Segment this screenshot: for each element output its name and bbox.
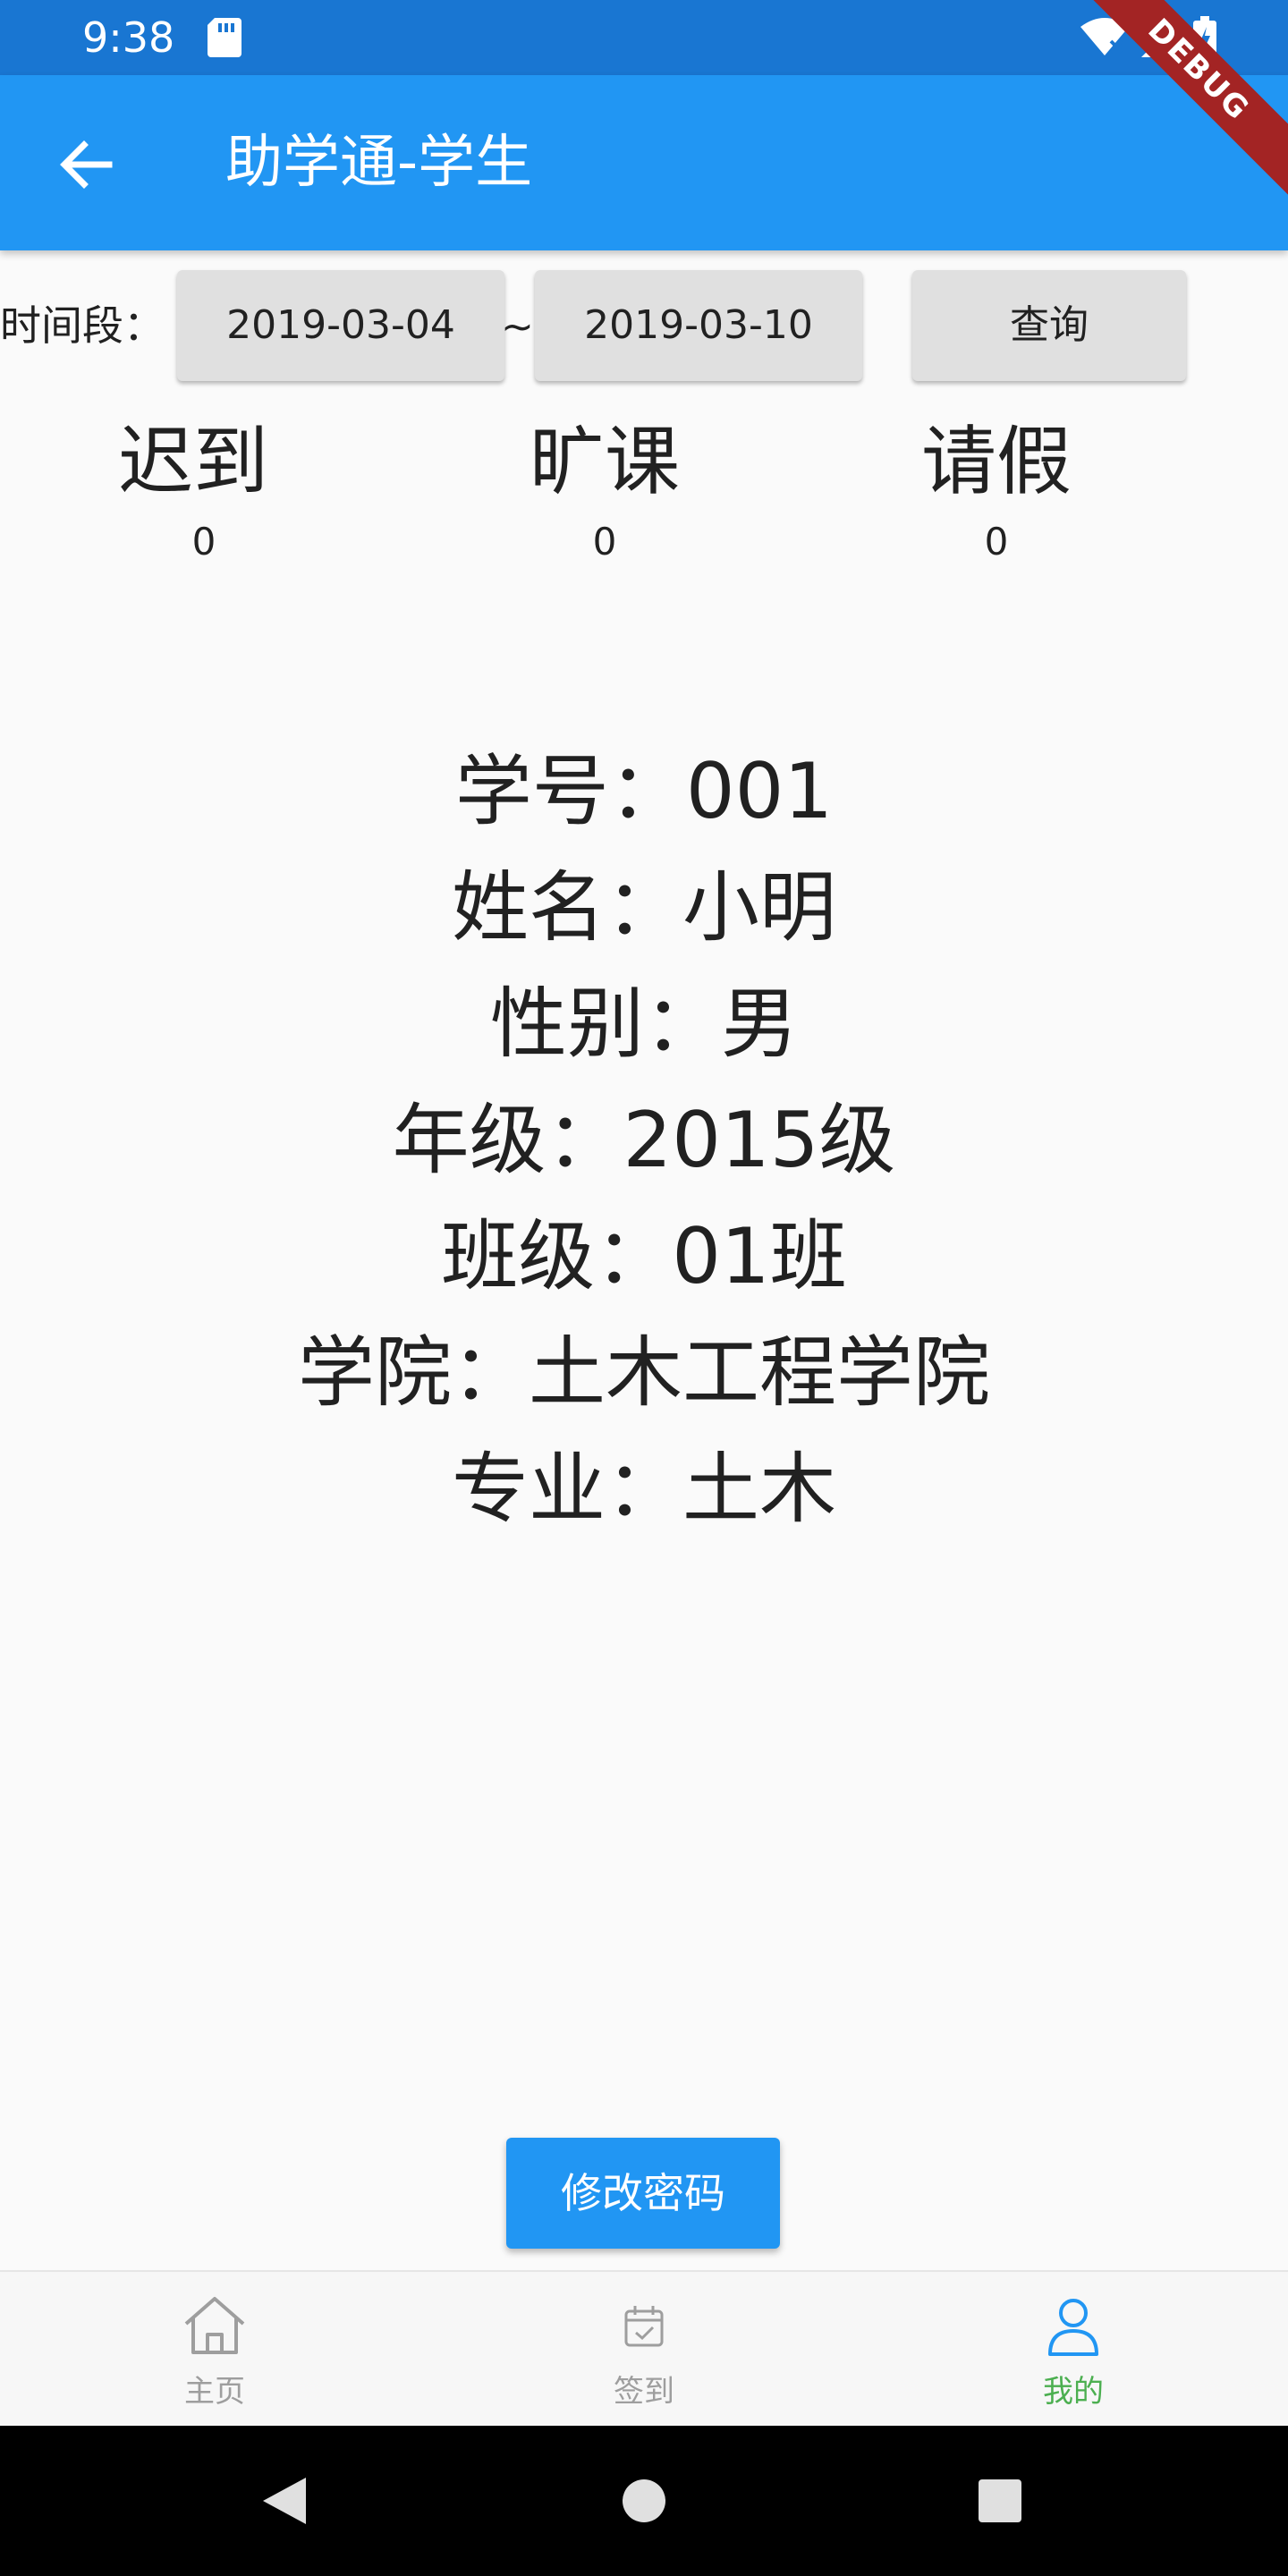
home-icon — [184, 2297, 245, 2354]
student-class: 班级：01班 — [441, 1212, 847, 1301]
app-bar: 助学通-学生 — [0, 75, 1288, 250]
student-college: 学院：土木工程学院 — [298, 1328, 990, 1418]
status-time: 9:38 — [82, 13, 175, 62]
stat-leave-value: 0 — [984, 520, 1009, 564]
student-gender: 性别：男 — [490, 979, 798, 1069]
start-date-button[interactable]: 2019-03-04 — [177, 270, 504, 381]
back-triangle-icon[interactable] — [259, 2474, 309, 2528]
home-circle-icon[interactable] — [621, 2478, 667, 2524]
app-title: 助学通-学生 — [225, 130, 533, 196]
status-bar: 9:38 — [0, 0, 1288, 75]
student-grade: 年级：2015级 — [392, 1096, 896, 1185]
nav-item-checkin[interactable]: 签到 — [429, 2272, 859, 2428]
back-arrow-icon[interactable] — [54, 132, 118, 197]
stat-late-label: 迟到 — [117, 418, 268, 505]
student-name: 姓名：小明 — [452, 863, 836, 953]
recents-square-icon[interactable] — [977, 2478, 1023, 2524]
stat-leave-label: 请假 — [920, 418, 1072, 505]
stat-absent-value: 0 — [592, 520, 617, 564]
nav-label-home: 主页 — [184, 2374, 245, 2410]
nav-item-home[interactable]: 主页 — [0, 2272, 429, 2428]
person-icon — [1048, 2299, 1098, 2356]
android-nav-bar — [0, 2426, 1288, 2576]
bottom-nav: 主页 签到 我的 — [0, 2270, 1288, 2428]
date-separator: ~ — [501, 304, 534, 350]
nav-label-checkin: 签到 — [614, 2374, 674, 2410]
end-date-button[interactable]: 2019-03-10 — [535, 270, 862, 381]
student-info: 学号：001 姓名：小明 性别：男 年级：2015级 班级：01班 学院：土木工… — [0, 733, 1288, 1547]
change-password-button[interactable]: 修改密码 — [506, 2138, 780, 2249]
student-id: 学号：001 — [454, 747, 834, 836]
student-major: 专业：土木 — [452, 1445, 836, 1534]
sd-card-icon — [208, 18, 242, 57]
stat-late-value: 0 — [191, 520, 216, 564]
stat-absent-label: 旷课 — [529, 418, 680, 505]
query-button[interactable]: 查询 — [912, 270, 1186, 381]
period-label: 时间段： — [0, 301, 165, 350]
calendar-check-icon — [624, 2306, 664, 2347]
nav-label-me: 我的 — [1043, 2374, 1104, 2410]
nav-item-me[interactable]: 我的 — [859, 2272, 1288, 2428]
